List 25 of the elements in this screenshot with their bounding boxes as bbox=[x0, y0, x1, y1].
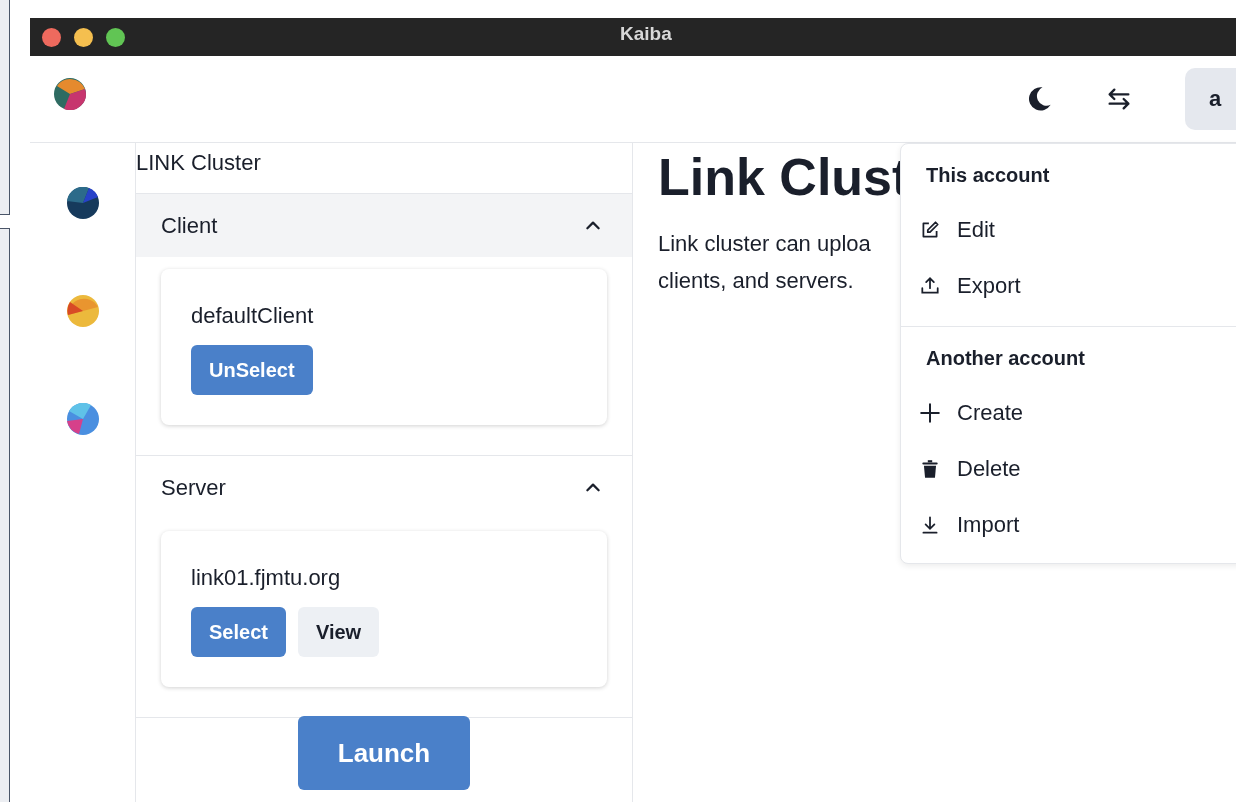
account-button[interactable]: a bbox=[1185, 68, 1236, 130]
logo-icon[interactable] bbox=[54, 78, 86, 110]
launch-button[interactable]: Launch bbox=[298, 716, 470, 790]
menu-item[interactable]: Create bbox=[901, 385, 1236, 441]
section-header[interactable]: Client bbox=[136, 194, 632, 257]
menu-group-title: Another account bbox=[925, 346, 1086, 371]
menu-item[interactable]: Export bbox=[901, 258, 1236, 314]
pie-icon[interactable] bbox=[66, 187, 99, 219]
menu-group-title: This account bbox=[925, 163, 1051, 188]
plus-icon bbox=[919, 402, 941, 424]
item-name: defaultClient bbox=[191, 303, 315, 329]
action-button[interactable]: UnSelect bbox=[191, 345, 313, 395]
menu-item[interactable]: Import bbox=[901, 497, 1236, 553]
section-header[interactable]: Server bbox=[136, 456, 632, 519]
description-text: Link cluster can uploa clients, and servers. bbox=[658, 230, 872, 295]
action-button[interactable]: Select bbox=[191, 607, 286, 657]
action-button[interactable]: View bbox=[297, 607, 380, 657]
menu-item[interactable]: Edit bbox=[901, 202, 1236, 258]
minimize-button[interactable] bbox=[74, 27, 93, 47]
menu-item[interactable]: Delete bbox=[901, 441, 1236, 497]
trash-icon bbox=[919, 458, 941, 480]
close-button[interactable] bbox=[42, 27, 61, 47]
item-name: link01.fjmtu.org bbox=[191, 565, 342, 591]
zoom-button[interactable] bbox=[106, 27, 125, 47]
window-title: Kaiba bbox=[620, 23, 672, 45]
